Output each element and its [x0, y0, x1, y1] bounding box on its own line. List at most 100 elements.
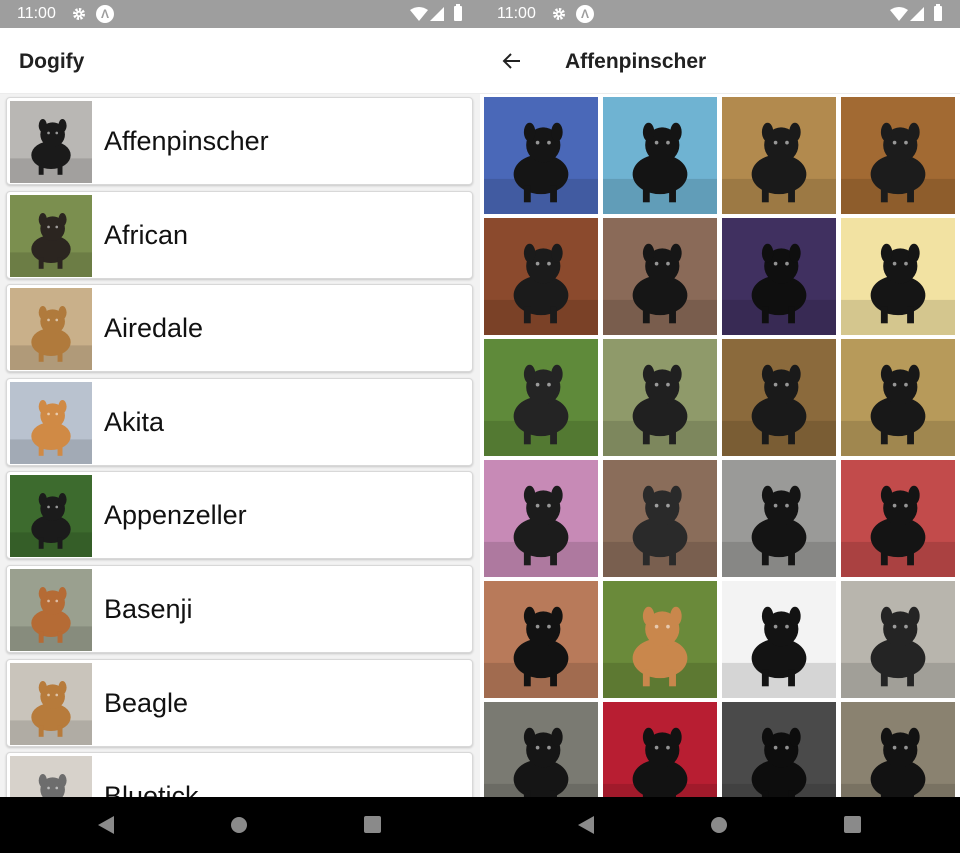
dog-photo-tile[interactable] [722, 581, 836, 698]
dog-photo [10, 569, 92, 651]
gear-icon [73, 8, 85, 20]
dog-photo [484, 581, 598, 698]
breed-list[interactable]: Affenpinscher African Airedale Akita Appenze… [0, 94, 480, 797]
breed-thumbnail [10, 101, 92, 183]
dog-photo [722, 460, 836, 577]
back-arrow-icon[interactable] [500, 49, 524, 73]
signal-icon [430, 7, 444, 21]
dog-photo-tile[interactable] [841, 339, 955, 456]
dog-photo [10, 381, 92, 464]
dog-photo-tile[interactable] [722, 218, 836, 335]
dog-photo [10, 475, 92, 558]
dog-photo-tile[interactable] [484, 581, 598, 698]
breed-list-item[interactable]: Basenji [6, 565, 473, 653]
recents-square-icon[interactable] [364, 816, 381, 833]
dog-photo [484, 97, 598, 214]
breed-thumbnail [10, 381, 92, 464]
app-notification-icon: Λ [576, 5, 594, 23]
app-bar: Affenpinscher [480, 28, 960, 94]
dog-photo-tile[interactable] [841, 581, 955, 698]
dog-photo [10, 194, 92, 277]
breed-name: Bluetick [104, 781, 199, 797]
dog-photo [603, 339, 717, 456]
dog-photo [722, 581, 836, 698]
dog-photo [484, 460, 598, 577]
back-triangle-icon[interactable] [98, 816, 114, 834]
dog-photo-tile[interactable] [603, 581, 717, 698]
dog-photo [841, 218, 955, 335]
breed-list-screen: 11:00 Λ Dogify Affenpinscher African Aired… [0, 0, 480, 797]
signal-icon [910, 7, 924, 21]
recents-square-icon[interactable] [844, 816, 861, 833]
breed-name: Beagle [104, 687, 189, 718]
dog-photo [841, 581, 955, 698]
dog-photo [10, 288, 92, 371]
dog-photo-tile[interactable] [603, 702, 717, 797]
dog-photo-tile[interactable] [484, 97, 598, 214]
wifi-icon [410, 7, 428, 21]
dog-photo [484, 702, 598, 797]
dog-photo-tile[interactable] [603, 460, 717, 577]
dog-photo-tile[interactable] [722, 97, 836, 214]
dog-photo [841, 460, 955, 577]
breed-thumbnail [10, 475, 92, 558]
breed-name: Affenpinscher [104, 126, 269, 156]
dog-photo-tile[interactable] [484, 218, 598, 335]
breed-list-item[interactable]: Affenpinscher [6, 97, 473, 185]
dog-photo-tile[interactable] [841, 460, 955, 577]
wifi-icon [890, 7, 908, 21]
dog-photo-tile[interactable] [722, 339, 836, 456]
dog-photo [10, 756, 92, 797]
app-bar: Dogify [0, 28, 480, 94]
dog-photo [841, 97, 955, 214]
dog-photo-tile[interactable] [484, 702, 598, 797]
dog-photo [603, 702, 717, 797]
battery-icon [934, 4, 942, 21]
breed-name: Akita [104, 406, 165, 437]
dog-photo [603, 218, 717, 335]
status-bar: 11:00 Λ [480, 0, 960, 28]
dog-photo [10, 662, 92, 745]
breed-list-item[interactable]: Beagle [6, 658, 473, 747]
breed-name: African [104, 219, 189, 250]
dog-photo [841, 702, 955, 797]
battery-icon [454, 4, 462, 21]
status-time: 11:00 [17, 5, 56, 22]
dog-photo-tile[interactable] [841, 218, 955, 335]
dog-photo [603, 581, 717, 698]
app-notification-icon: Λ [96, 5, 114, 23]
breed-thumbnail [10, 662, 92, 745]
home-circle-icon[interactable] [230, 816, 248, 834]
home-circle-icon[interactable] [710, 816, 728, 834]
breed-list-item[interactable]: Bluetick [6, 752, 473, 797]
status-bar: 11:00 Λ [0, 0, 480, 28]
dog-photo [10, 101, 92, 183]
dog-photo [603, 97, 717, 214]
breed-detail-screen: 11:00 Λ Affenpinscher [480, 0, 960, 797]
dog-photo [841, 339, 955, 456]
dog-photo [722, 218, 836, 335]
breed-thumbnail [10, 194, 92, 277]
back-triangle-icon[interactable] [578, 816, 594, 834]
dog-photo-tile[interactable] [603, 97, 717, 214]
breed-list-item[interactable]: Appenzeller [6, 471, 473, 560]
dog-photo [484, 218, 598, 335]
breed-list-item[interactable]: Airedale [6, 284, 473, 373]
dog-photo-tile[interactable] [722, 702, 836, 797]
breed-list-item[interactable]: Akita [6, 377, 473, 466]
dog-photo-tile[interactable] [603, 339, 717, 456]
system-nav-bar [0, 797, 960, 853]
breed-name: Appenzeller [104, 500, 247, 531]
page-title: Dogify [19, 50, 85, 73]
dog-photo-tile[interactable] [484, 339, 598, 456]
breed-thumbnail [10, 288, 92, 371]
photo-grid[interactable] [480, 94, 960, 797]
status-time: 11:00 [497, 5, 536, 22]
dog-photo-tile[interactable] [603, 218, 717, 335]
dog-photo-tile[interactable] [722, 460, 836, 577]
breed-name: Basenji [104, 594, 193, 624]
dog-photo-tile[interactable] [484, 460, 598, 577]
dog-photo-tile[interactable] [841, 702, 955, 797]
dog-photo-tile[interactable] [841, 97, 955, 214]
breed-list-item[interactable]: African [6, 190, 473, 279]
